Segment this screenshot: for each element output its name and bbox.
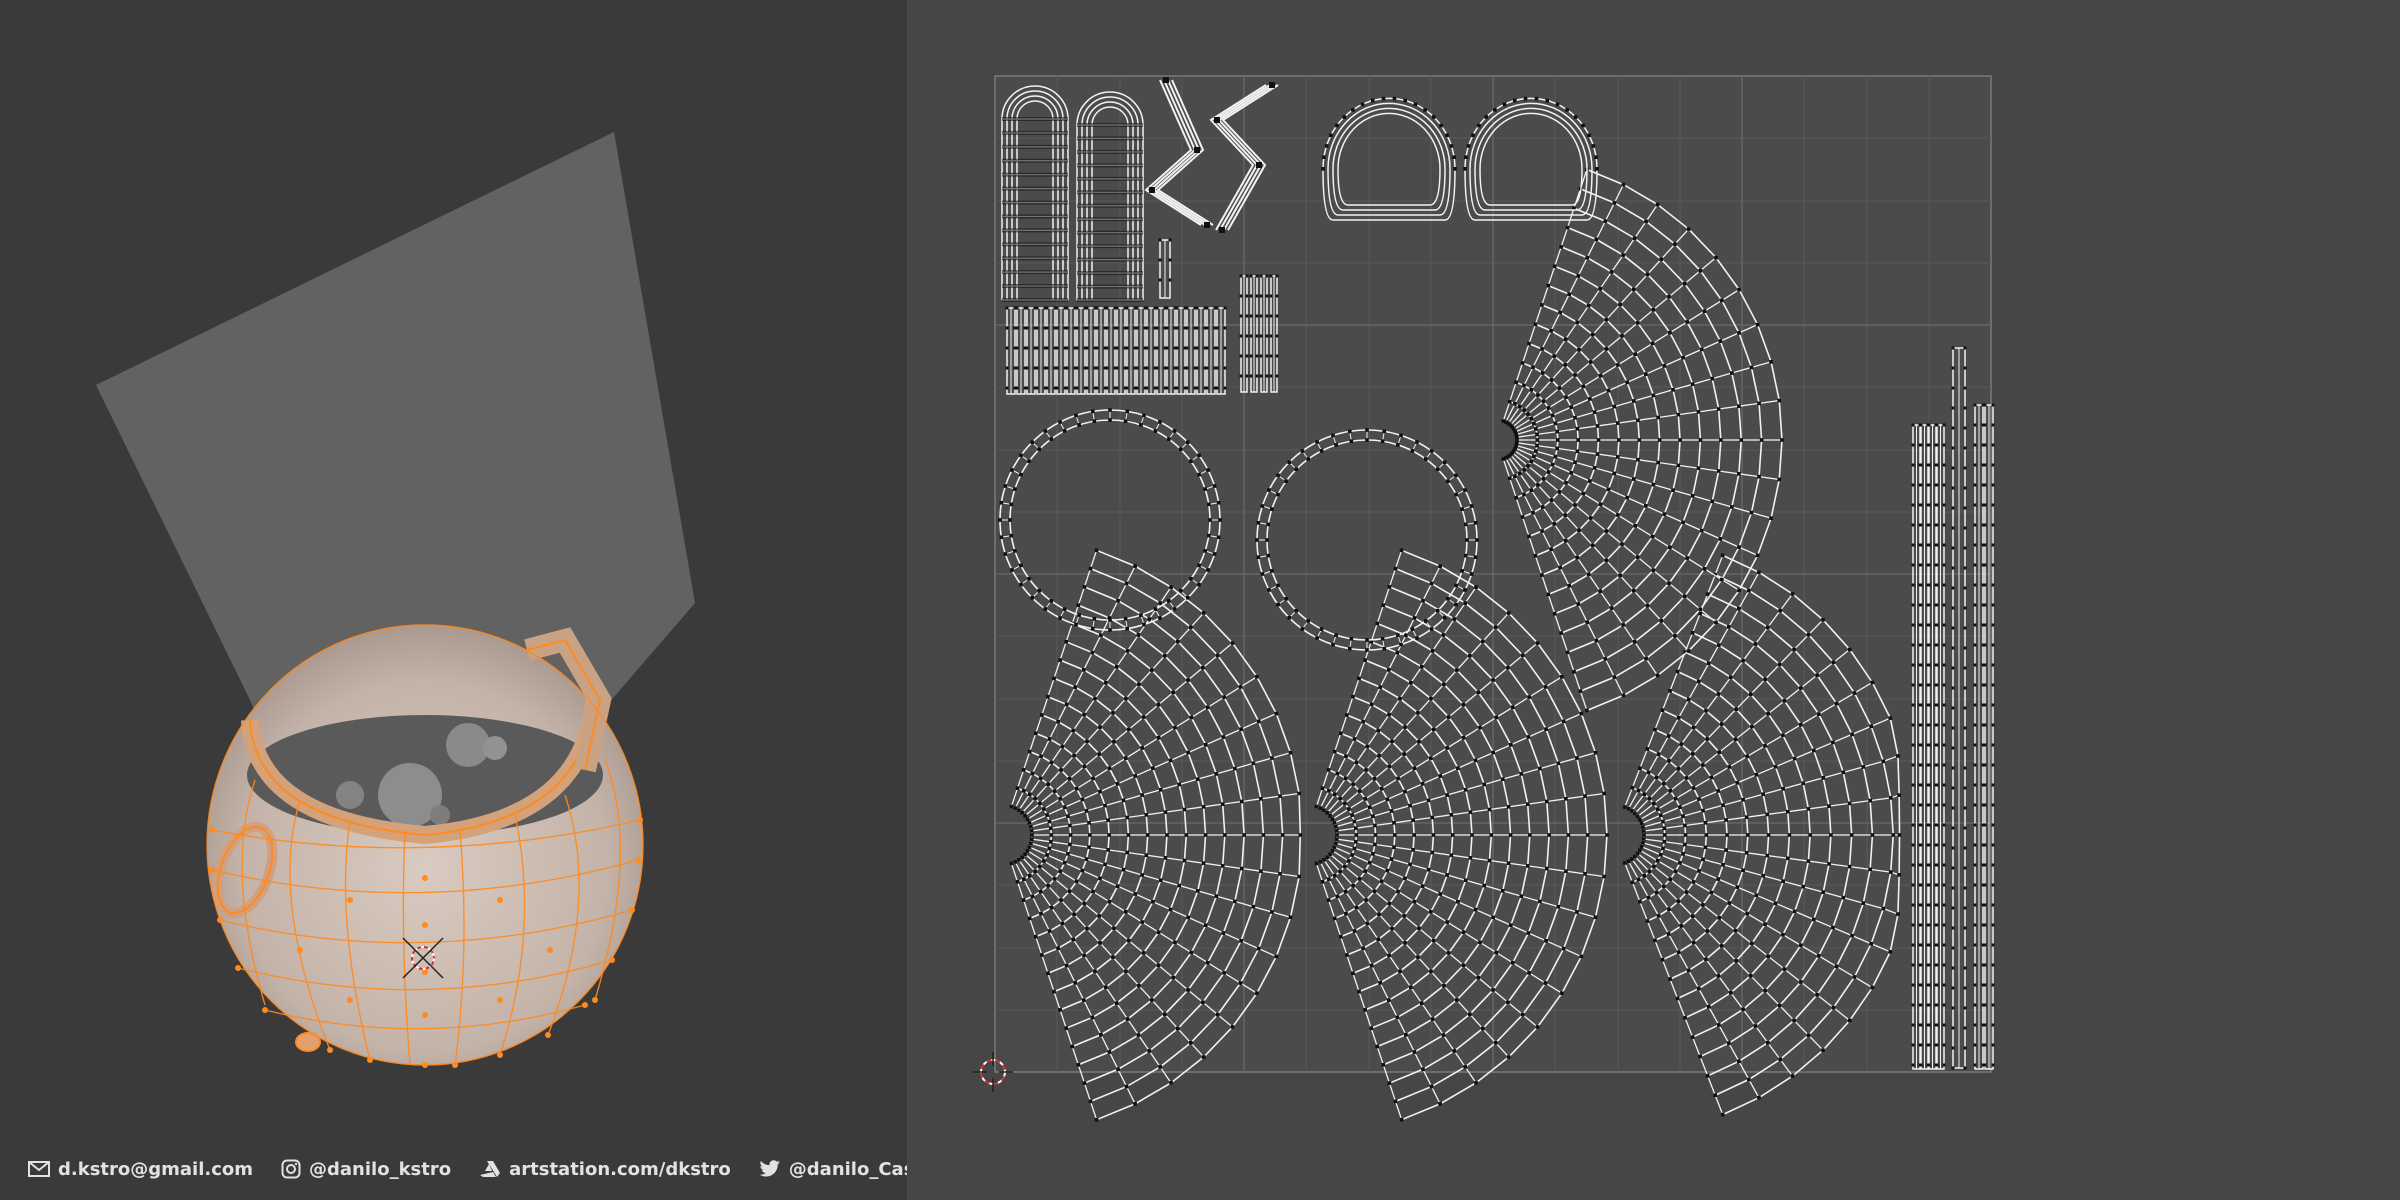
email-contact[interactable]: d.kstro@gmail.com — [28, 1159, 253, 1180]
artstation-icon — [479, 1160, 501, 1178]
artstation-url: artstation.com/dkstro — [509, 1158, 731, 1180]
uv-island-strips-mid[interactable] — [1158, 238, 1172, 299]
instagram-handle: @danilo_kstro — [309, 1158, 452, 1180]
email-text: d.kstro@gmail.com — [58, 1158, 254, 1180]
uv-island-strips-right-1[interactable] — [1911, 423, 1946, 1070]
viewport-scene[interactable] — [0, 0, 907, 1200]
instagram-icon — [281, 1159, 301, 1179]
cauldron-mesh[interactable] — [206, 624, 644, 1068]
instagram-contact[interactable]: @danilo_kstro — [281, 1159, 451, 1180]
uv-island-strips-right-2[interactable] — [1951, 346, 1967, 1070]
3d-viewport[interactable]: d.kstro@gmail.com @danilo_kstro artstati… — [0, 0, 944, 1200]
twitter-icon — [759, 1160, 781, 1178]
contact-footer: d.kstro@gmail.com @danilo_kstro artstati… — [28, 1156, 944, 1182]
artstation-contact[interactable]: artstation.com/dkstro — [479, 1159, 731, 1180]
uv-editor[interactable] — [907, 0, 2400, 1200]
uv-canvas[interactable] — [907, 0, 2400, 1200]
mail-icon — [28, 1161, 50, 1177]
